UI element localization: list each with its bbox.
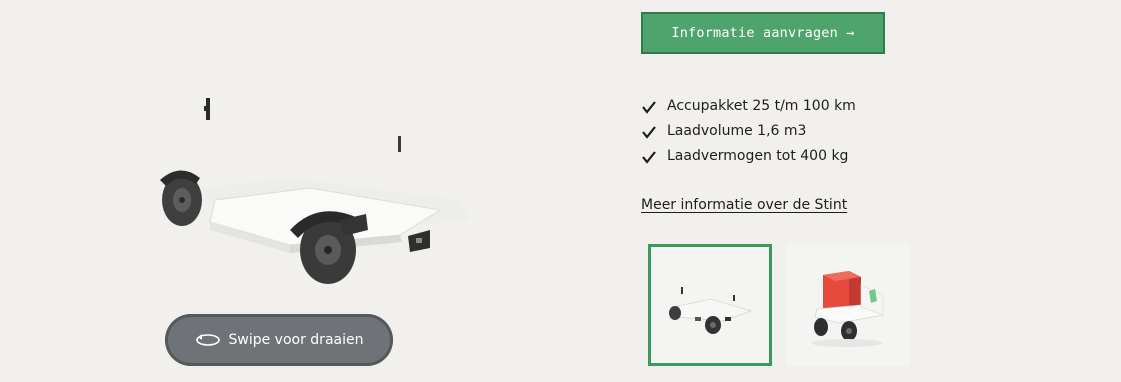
feature-label: Accupakket 25 t/m 100 km bbox=[667, 98, 856, 114]
check-icon bbox=[641, 149, 657, 165]
feature-item: Accupakket 25 t/m 100 km bbox=[641, 94, 856, 119]
feature-label: Laadvermogen tot 400 kg bbox=[667, 148, 849, 164]
stint-cargo-image bbox=[811, 271, 885, 347]
more-info-link[interactable]: Meer informatie over de Stint bbox=[641, 197, 847, 213]
exploded-chassis-image bbox=[669, 287, 753, 334]
swipe-to-rotate-button[interactable]: Swipe voor draaien bbox=[165, 314, 393, 366]
feature-list: Accupakket 25 t/m 100 km Laadvolume 1,6 … bbox=[641, 94, 856, 169]
rotate-360-icon bbox=[195, 332, 221, 348]
feature-item: Laadvolume 1,6 m3 bbox=[641, 119, 856, 144]
feature-label: Laadvolume 1,6 m3 bbox=[667, 123, 807, 139]
stint-chassis-render bbox=[160, 98, 492, 284]
check-icon bbox=[641, 124, 657, 140]
swipe-label: Swipe voor draaien bbox=[228, 332, 364, 348]
thumbnail-stint-with-cargo-box[interactable] bbox=[786, 244, 910, 366]
check-icon bbox=[641, 99, 657, 115]
product-3d-viewer[interactable] bbox=[140, 60, 492, 310]
request-info-label: Informatie aanvragen → bbox=[671, 25, 855, 41]
bleed-through-texture bbox=[0, 2, 1121, 50]
thumbnail-exploded-chassis[interactable] bbox=[648, 244, 772, 366]
request-info-button[interactable]: Informatie aanvragen → bbox=[641, 12, 885, 54]
feature-item: Laadvermogen tot 400 kg bbox=[641, 144, 856, 169]
